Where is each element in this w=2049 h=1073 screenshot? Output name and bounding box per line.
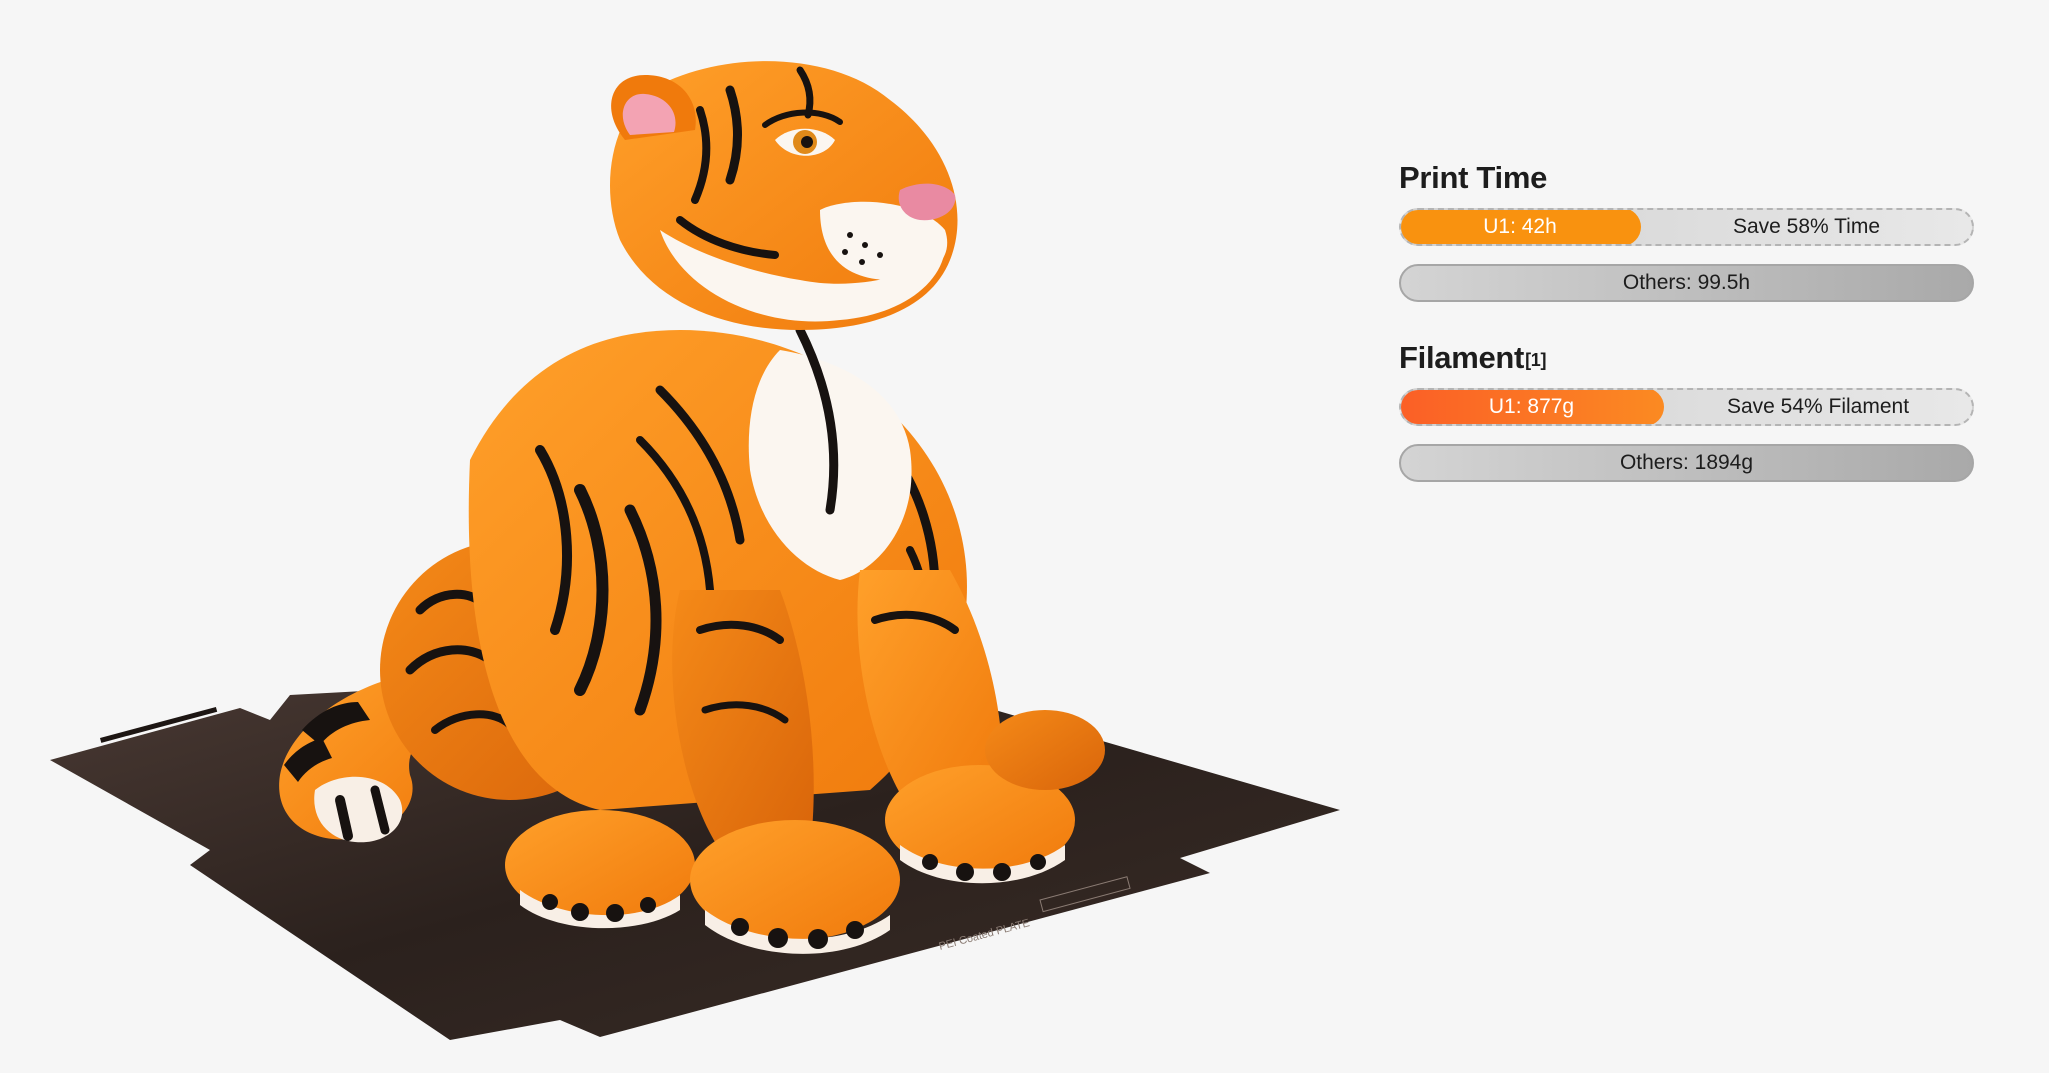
tiger-figure-icon: PEI Coated PLATE [50,61,1340,1040]
filament-u1-fill: U1: 877g [1401,390,1664,424]
print-time-u1-fill: U1: 42h [1401,210,1641,244]
print-time-save-label: Save 58% Time [1732,215,1881,238]
filament-save-label: Save 54% Filament [1726,395,1910,418]
comparison-panel: Print Time U1: 42h Save 58% Time Others:… [1399,158,1974,482]
print-time-title: Print Time [1399,158,1974,200]
print-time-u1-bar: U1: 42h Save 58% Time [1399,208,1974,246]
filament-u1-bar: U1: 877g Save 54% Filament [1399,388,1974,426]
filament-title-text: Filament [1399,340,1525,375]
print-time-title-text: Print Time [1399,160,1548,195]
filament-others-bar: Others: 1894g [1399,444,1974,482]
print-time-others-bar: Others: 99.5h [1399,264,1974,302]
filament-footnote: [1] [1525,350,1547,370]
filament-title: Filament[1] [1399,338,1974,380]
